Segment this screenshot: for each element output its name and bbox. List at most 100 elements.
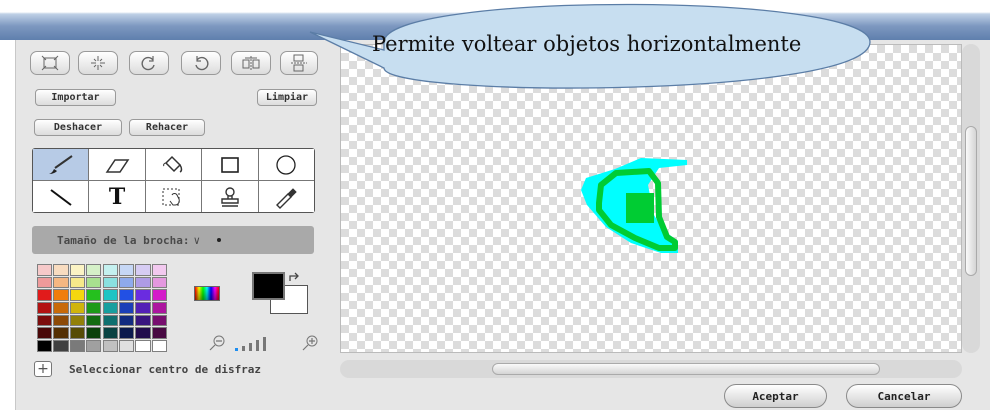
eraser-icon: [105, 158, 130, 173]
color-swatch[interactable]: [86, 276, 102, 289]
color-swatch[interactable]: [86, 302, 102, 314]
color-swatch[interactable]: [53, 302, 69, 314]
color-swatch[interactable]: [86, 327, 102, 340]
cancel-button[interactable]: Cancelar: [846, 384, 962, 408]
color-swatch[interactable]: [69, 314, 86, 327]
color-swatch[interactable]: [135, 276, 151, 289]
brush-size-selector[interactable]: Tamaño de la brocha: ∨: [32, 226, 314, 254]
color-swatch[interactable]: [53, 289, 69, 301]
color-swatch[interactable]: [86, 340, 102, 352]
color-swatch[interactable]: [151, 314, 168, 327]
ellipse-icon: [276, 154, 296, 175]
color-swatch[interactable]: [86, 314, 102, 327]
color-swatch[interactable]: [135, 327, 151, 340]
paintbrush-tool[interactable]: [33, 149, 89, 180]
select-tool[interactable]: [145, 181, 202, 212]
color-swatch[interactable]: [118, 314, 135, 327]
stamp-tool[interactable]: [202, 181, 258, 212]
color-gradient-picker[interactable]: [194, 286, 220, 301]
color-swatch[interactable]: [118, 276, 135, 289]
shrink-button[interactable]: [78, 51, 118, 75]
color-swatch[interactable]: [151, 302, 168, 314]
redo-button[interactable]: Rehacer: [129, 119, 205, 136]
color-swatch[interactable]: [53, 327, 69, 340]
swap-colors-icon[interactable]: [287, 271, 301, 285]
chevron-down-icon[interactable]: ∨: [193, 234, 200, 247]
color-swatch[interactable]: [69, 327, 86, 340]
import-button[interactable]: Importar: [35, 89, 116, 106]
color-swatch[interactable]: [135, 289, 151, 301]
color-swatch[interactable]: [102, 264, 118, 276]
horizontal-scroll-thumb[interactable]: [492, 363, 880, 375]
vertical-scroll-thumb[interactable]: [965, 126, 977, 276]
color-swatch[interactable]: [69, 289, 86, 301]
color-swatch[interactable]: [86, 264, 102, 276]
color-swatch[interactable]: [118, 302, 135, 314]
accept-button[interactable]: Aceptar: [724, 384, 827, 408]
line-tool[interactable]: [33, 181, 89, 212]
zoom-in-icon[interactable]: [300, 334, 320, 352]
palette-spacer: [168, 289, 183, 301]
zoom-out-icon[interactable]: [207, 334, 227, 352]
color-swatch[interactable]: [118, 264, 135, 276]
stamp-icon: [221, 186, 239, 207]
color-swatch[interactable]: [69, 276, 86, 289]
eyedropper-tool[interactable]: [258, 181, 314, 212]
color-swatch[interactable]: [53, 314, 69, 327]
center-costume-button[interactable]: +: [34, 361, 52, 377]
color-swatch[interactable]: [53, 340, 69, 352]
color-swatch[interactable]: [37, 327, 53, 340]
color-swatch[interactable]: [37, 314, 53, 327]
grow-icon: [41, 55, 59, 71]
fill-bucket-tool[interactable]: [145, 149, 202, 180]
rotate-right-button[interactable]: [181, 51, 221, 75]
color-swatch[interactable]: [151, 276, 168, 289]
color-swatch[interactable]: [37, 264, 53, 276]
color-swatch[interactable]: [135, 264, 151, 276]
color-swatch[interactable]: [53, 264, 69, 276]
color-swatch[interactable]: [69, 340, 86, 352]
color-swatch[interactable]: [102, 302, 118, 314]
color-swatch[interactable]: [53, 276, 69, 289]
foreground-color-swatch[interactable]: [252, 272, 285, 300]
color-swatch[interactable]: [102, 314, 118, 327]
color-swatch[interactable]: [37, 302, 53, 314]
color-swatch[interactable]: [69, 302, 86, 314]
color-swatch[interactable]: [37, 289, 53, 301]
flip-vertical-icon: [291, 54, 307, 72]
undo-button[interactable]: Deshacer: [34, 119, 122, 136]
clear-button[interactable]: Limpiar: [257, 89, 317, 106]
zoom-level-indicator[interactable]: [233, 335, 293, 351]
text-tool[interactable]: T: [89, 181, 145, 212]
color-swatch[interactable]: [37, 340, 53, 352]
color-swatch[interactable]: [86, 289, 102, 301]
flip-horizontal-button[interactable]: [231, 51, 271, 75]
flip-vertical-button[interactable]: [280, 51, 318, 75]
rectangle-tool[interactable]: [202, 149, 258, 180]
horizontal-scrollbar[interactable]: [340, 360, 962, 378]
color-swatch[interactable]: [102, 276, 118, 289]
grow-button[interactable]: [30, 51, 70, 75]
color-swatch[interactable]: [151, 264, 168, 276]
color-swatch[interactable]: [37, 276, 53, 289]
color-swatch[interactable]: [151, 289, 168, 301]
rotate-right-icon: [195, 56, 209, 71]
paint-canvas[interactable]: [340, 44, 962, 353]
color-swatch[interactable]: [135, 340, 151, 352]
color-swatch[interactable]: [118, 289, 135, 301]
palette-spacer: [168, 340, 183, 352]
color-swatch[interactable]: [118, 327, 135, 340]
color-swatch[interactable]: [102, 340, 118, 352]
color-swatch[interactable]: [69, 264, 86, 276]
ellipse-tool[interactable]: [258, 149, 314, 180]
color-swatch[interactable]: [135, 314, 151, 327]
color-swatch[interactable]: [151, 340, 168, 352]
rotate-left-button[interactable]: [129, 51, 169, 75]
color-swatch[interactable]: [102, 289, 118, 301]
color-swatch[interactable]: [102, 327, 118, 340]
eraser-tool[interactable]: [89, 149, 145, 180]
color-swatch[interactable]: [135, 302, 151, 314]
color-swatch[interactable]: [151, 327, 168, 340]
vertical-scrollbar[interactable]: [962, 44, 980, 353]
color-swatch[interactable]: [118, 340, 135, 352]
